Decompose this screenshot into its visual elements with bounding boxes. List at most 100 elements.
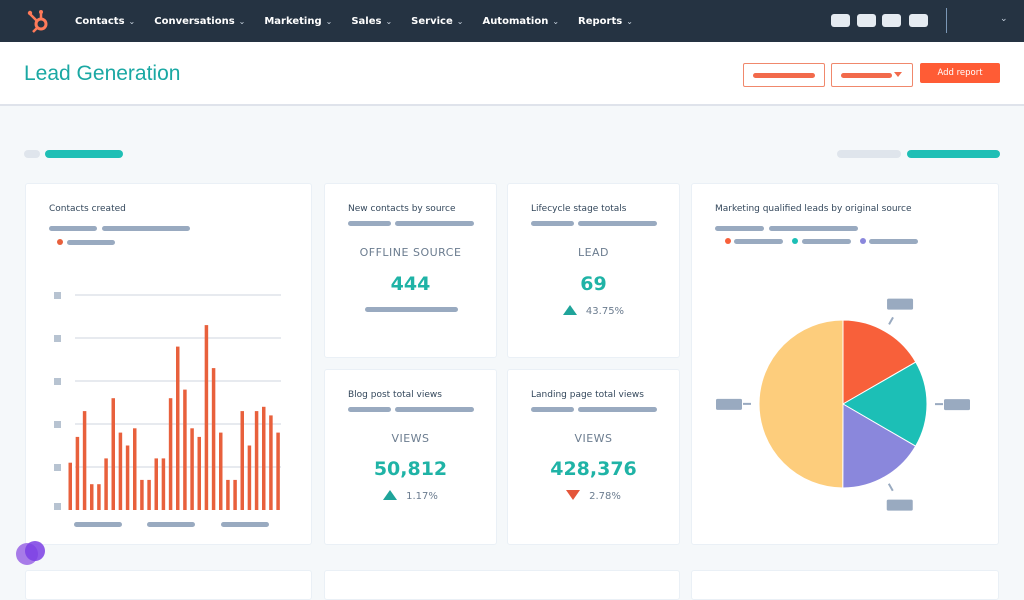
- nav-icon-button[interactable]: [882, 14, 901, 27]
- trend-up-icon: [563, 305, 577, 315]
- bar: [104, 458, 108, 510]
- nav-automation[interactable]: Automation ⌄: [482, 16, 559, 27]
- card-title: Blog post total views: [348, 390, 442, 400]
- nav-icon-button[interactable]: [831, 14, 850, 27]
- kpi-value: 428,376: [508, 458, 679, 480]
- chevron-down-icon: ⌄: [552, 17, 559, 26]
- bar: [183, 390, 187, 510]
- pie-label-placeholder: [944, 399, 970, 410]
- nav-icon-button[interactable]: [857, 14, 876, 27]
- kpi-change: 43.75%: [508, 305, 679, 317]
- subtitle-placeholder: [578, 407, 657, 412]
- card-contacts-created[interactable]: Contacts created: [25, 183, 312, 545]
- kpi-value: 50,812: [325, 458, 496, 480]
- card-title: New contacts by source: [348, 204, 456, 214]
- card-mql-by-source[interactable]: Marketing qualified leads by original so…: [691, 183, 999, 545]
- nav-sales[interactable]: Sales ⌄: [351, 16, 392, 27]
- kpi-label: VIEWS: [325, 432, 496, 445]
- pie-slice: [759, 320, 843, 488]
- card-landing-views[interactable]: Landing page total views VIEWS 428,376 2…: [507, 369, 680, 545]
- change-value: 2.78%: [589, 491, 621, 502]
- subtitle-placeholder: [395, 221, 474, 226]
- bar: [76, 437, 80, 510]
- kpi-value: 444: [325, 273, 496, 295]
- bar: [83, 411, 87, 510]
- bar: [233, 480, 237, 510]
- nav-divider: [946, 8, 947, 33]
- chevron-down-icon: ⌄: [457, 17, 464, 26]
- bar: [147, 480, 151, 510]
- bar: [269, 415, 273, 510]
- add-report-button[interactable]: Add report: [920, 63, 1000, 83]
- kpi-placeholder: [365, 307, 458, 312]
- bar: [198, 437, 202, 510]
- y-tick-placeholder: [54, 421, 61, 428]
- pie-label-placeholder: [887, 500, 913, 511]
- bar: [226, 480, 230, 510]
- hubspot-logo-icon[interactable]: [26, 8, 52, 34]
- toolbar-placeholder[interactable]: [837, 150, 901, 158]
- bar: [69, 463, 73, 510]
- change-value: 1.17%: [406, 491, 438, 502]
- pie-chart: [692, 184, 1000, 546]
- pie-label-placeholder: [887, 299, 913, 310]
- toolbar-placeholder[interactable]: [24, 150, 40, 158]
- nav-label: Reports: [578, 16, 622, 27]
- y-tick-placeholder: [54, 335, 61, 342]
- filter-button[interactable]: [743, 63, 825, 87]
- nav-label: Marketing: [264, 16, 321, 27]
- card-lifecycle[interactable]: Lifecycle stage totals LEAD 69 43.75%: [507, 183, 680, 358]
- axis-label-placeholder: [147, 522, 195, 527]
- bar: [190, 428, 194, 510]
- bar: [112, 398, 116, 510]
- trend-down-icon: [566, 490, 580, 500]
- card-blog-views[interactable]: Blog post total views VIEWS 50,812 1.17%: [324, 369, 497, 545]
- account-menu-chevron-icon[interactable]: ⌄: [1000, 14, 1008, 24]
- toolbar-placeholder[interactable]: [45, 150, 123, 158]
- kpi-label: VIEWS: [508, 432, 679, 445]
- card-title: Lifecycle stage totals: [531, 204, 626, 214]
- toolbar-placeholder[interactable]: [907, 150, 1000, 158]
- main-menu: Contacts⌄ Conversations⌄ Marketing⌄ Sale…: [75, 0, 652, 42]
- bar: [248, 446, 252, 511]
- bar: [119, 433, 123, 510]
- bar: [176, 347, 180, 510]
- card-new-contacts[interactable]: New contacts by source OFFLINE SOURCE 44…: [324, 183, 497, 358]
- chevron-down-icon: ⌄: [326, 17, 333, 26]
- bar: [255, 411, 258, 510]
- dropdown-button[interactable]: [831, 63, 913, 87]
- page-title: Lead Generation: [24, 62, 180, 86]
- nav-marketing[interactable]: Marketing ⌄: [264, 16, 332, 27]
- nav-reports[interactable]: Reports⌄: [578, 16, 633, 27]
- pie-leader-line: [889, 484, 893, 491]
- bar-chart: [26, 184, 313, 546]
- subtitle-placeholder: [395, 407, 474, 412]
- card-bottom[interactable]: [691, 570, 999, 600]
- chevron-down-icon: ⌄: [385, 17, 392, 26]
- nav-label: Sales: [351, 16, 381, 27]
- card-bottom[interactable]: [25, 570, 312, 600]
- subtitle-placeholder: [531, 221, 574, 226]
- nav-conversations[interactable]: Conversations⌄: [154, 16, 245, 27]
- nav-label: Contacts: [75, 16, 125, 27]
- chevron-down-icon: ⌄: [129, 17, 136, 26]
- nav-icon-button[interactable]: [909, 14, 928, 27]
- bar: [219, 433, 223, 510]
- app-badge-icon[interactable]: [14, 537, 48, 571]
- nav-service[interactable]: Service ⌄: [411, 16, 463, 27]
- page-header: Lead Generation Add report: [0, 42, 1024, 106]
- subtitle-placeholder: [348, 407, 391, 412]
- y-tick-placeholder: [54, 292, 61, 299]
- nav-label: Conversations: [154, 16, 234, 27]
- bar: [276, 433, 280, 510]
- nav-label: Automation: [482, 16, 548, 27]
- axis-label-placeholder: [74, 522, 122, 527]
- pie-label-placeholder: [716, 399, 742, 410]
- card-bottom[interactable]: [324, 570, 680, 600]
- bar: [205, 325, 209, 510]
- caret-down-icon: [894, 72, 902, 77]
- nav-contacts[interactable]: Contacts ⌄: [75, 16, 135, 27]
- button-placeholder: [841, 73, 892, 78]
- bar: [262, 407, 266, 510]
- nav-label: Service: [411, 16, 453, 27]
